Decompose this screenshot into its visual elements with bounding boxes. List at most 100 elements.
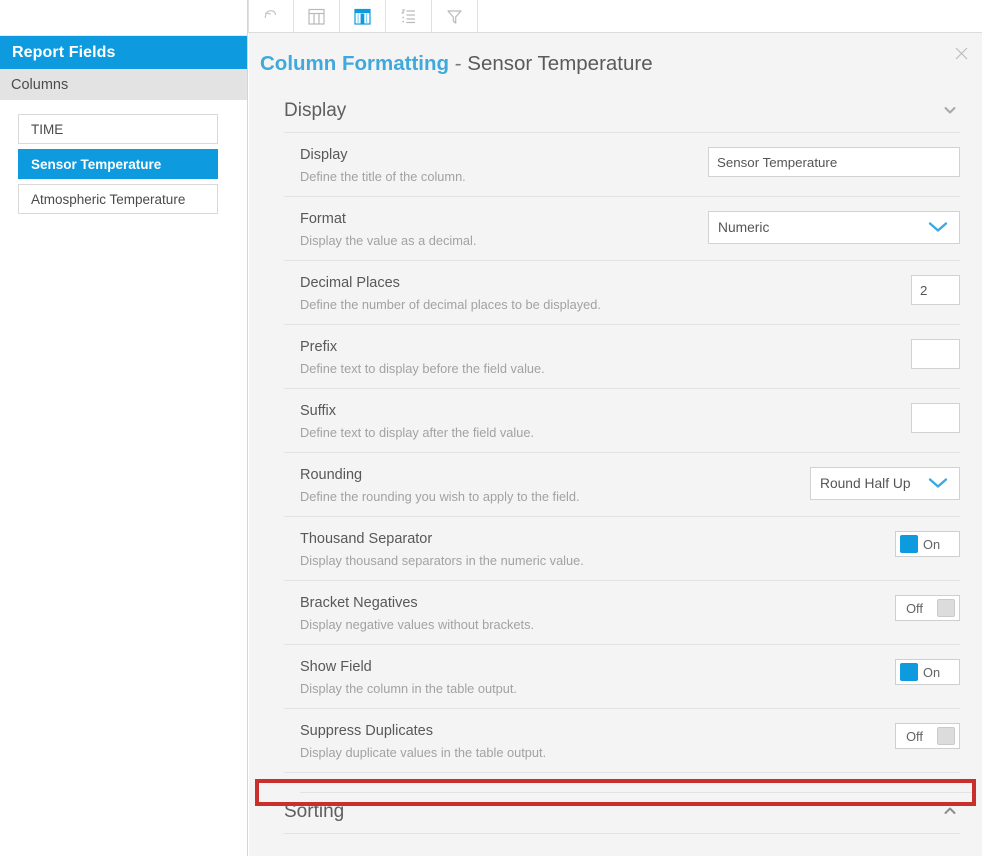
row-thousand-separator: Thousand Separator Display thousand sepa…	[284, 517, 960, 581]
display-section-header[interactable]: Display	[284, 89, 960, 133]
row-bracket-negatives-labels: Bracket Negatives Display negative value…	[300, 594, 534, 632]
sidebar-title: Report Fields	[0, 36, 247, 69]
row-prefix-label: Prefix	[300, 339, 338, 355]
thousand-separator-toggle[interactable]: On	[895, 531, 960, 557]
row-rounding-labels: Rounding Define the rounding you wish to…	[300, 466, 580, 504]
row-suffix-control	[911, 402, 960, 433]
row-format-labels: Format Display the value as a decimal.	[300, 210, 476, 248]
row-suppress-duplicates-description: Display duplicate values in the table ou…	[300, 745, 547, 760]
suffix-input[interactable]	[911, 403, 960, 433]
list-button[interactable]	[386, 0, 432, 32]
row-suppress-duplicates-labels: Suppress Duplicates Display duplicate va…	[300, 722, 546, 760]
row-decimal-places-labels: Decimal Places Define the number of deci…	[300, 274, 601, 312]
column-formatting-panel: Column Formatting - Sensor Temperature D…	[249, 33, 982, 856]
row-show-field-labels: Show Field Display the column in the tab…	[300, 658, 517, 696]
page-title: Column Formatting - Sensor Temperature	[260, 52, 982, 76]
row-suppress-duplicates-control: Off	[895, 722, 960, 749]
row-format-description: Display the value as a decimal.	[300, 233, 477, 248]
row-prefix-control	[911, 338, 960, 369]
thousand-separator-toggle-label: On	[923, 536, 941, 552]
row-decimal-places: Decimal Places Define the number of deci…	[284, 261, 960, 325]
row-bracket-negatives-description: Display negative values without brackets…	[300, 617, 535, 632]
row-format-control: Numeric	[708, 210, 960, 244]
row-prefix-description: Define text to display before the field …	[300, 361, 545, 376]
row-show-field: Show Field Display the column in the tab…	[284, 645, 960, 709]
display-rows: Display Define the title of the column. …	[249, 133, 982, 773]
undo-button[interactable]	[248, 0, 294, 32]
row-show-field-control: On	[895, 658, 960, 685]
row-prefix: Prefix Define text to display before the…	[284, 325, 960, 389]
bracket-negatives-toggle[interactable]: Off	[895, 595, 960, 621]
table-button[interactable]	[294, 0, 340, 32]
row-decimal-places-description: Define the number of decimal places to b…	[300, 297, 601, 312]
empty-row-divider	[300, 792, 976, 793]
sidebar-item-atmospheric-temperature[interactable]: Atmospheric Temperature	[18, 184, 218, 214]
format-select[interactable]: Numeric	[708, 211, 960, 244]
report-toolbar	[248, 0, 982, 33]
application-window: Report Fields Columns TIME Sensor Temper…	[0, 0, 982, 856]
sidebar-item-sensor-temperature[interactable]: Sensor Temperature	[18, 149, 218, 179]
row-thousand-separator-control: On	[895, 530, 960, 557]
close-icon	[955, 47, 968, 60]
row-display-control	[708, 146, 960, 177]
row-prefix-labels: Prefix Define text to display before the…	[300, 338, 545, 376]
sorting-section-title: Sorting	[284, 800, 345, 822]
bracket-negatives-toggle-label: Off	[906, 600, 923, 616]
row-display-labels: Display Define the title of the column.	[300, 146, 466, 184]
display-section: Display	[249, 89, 982, 133]
row-thousand-separator-label: Thousand Separator	[300, 531, 433, 547]
row-bracket-negatives-label: Bracket Negatives	[300, 595, 418, 611]
display-title-input[interactable]	[708, 147, 960, 177]
row-rounding-label: Rounding	[300, 467, 363, 483]
row-thousand-separator-description: Display thousand separators in the numer…	[300, 553, 584, 568]
row-display: Display Define the title of the column.	[284, 133, 960, 197]
display-section-title: Display	[284, 99, 347, 121]
table-icon	[306, 6, 327, 27]
prefix-input[interactable]	[911, 339, 960, 369]
list-icon	[398, 6, 419, 27]
show-field-toggle[interactable]: On	[895, 659, 960, 685]
chevron-down-icon	[925, 217, 951, 238]
row-bracket-negatives: Bracket Negatives Display negative value…	[284, 581, 960, 645]
sorting-section-header[interactable]: Sorting	[284, 790, 960, 834]
show-field-toggle-label: On	[923, 664, 941, 680]
report-field-list: TIME Sensor Temperature Atmospheric Temp…	[0, 100, 247, 214]
row-suffix-labels: Suffix Define text to display after the …	[300, 402, 534, 440]
row-display-label: Display	[300, 147, 348, 163]
chevron-up-icon[interactable]	[943, 805, 960, 818]
rounding-select[interactable]: Round Half Up	[810, 467, 960, 500]
rounding-select-value: Round Half Up	[820, 476, 911, 491]
undo-icon	[261, 6, 281, 26]
panel-title-subject: Sensor Temperature	[467, 52, 653, 75]
suppress-duplicates-toggle[interactable]: Off	[895, 723, 960, 749]
close-button[interactable]	[952, 44, 972, 64]
row-suppress-duplicates-label: Suppress Duplicates	[300, 723, 433, 739]
row-thousand-separator-labels: Thousand Separator Display thousand sepa…	[300, 530, 584, 568]
suppress-duplicates-toggle-label: Off	[906, 728, 923, 744]
filter-button[interactable]	[432, 0, 478, 32]
row-format: Format Display the value as a decimal. N…	[284, 197, 960, 261]
panel-header: Column Formatting - Sensor Temperature	[249, 33, 982, 89]
toggle-knob	[937, 727, 955, 745]
row-show-field-label: Show Field	[300, 659, 372, 675]
toggle-knob	[900, 663, 918, 681]
row-decimal-places-label: Decimal Places	[300, 275, 400, 291]
sorting-section: Sorting	[249, 790, 982, 834]
row-suffix-label: Suffix	[300, 403, 337, 419]
sidebar-item-time[interactable]: TIME	[18, 114, 218, 144]
decimal-places-input[interactable]	[911, 275, 960, 305]
row-decimal-places-control	[911, 274, 960, 305]
sidebar-subtitle-columns: Columns	[0, 69, 247, 100]
row-format-label: Format	[300, 211, 346, 227]
format-select-value: Numeric	[718, 220, 770, 235]
chevron-down-icon	[925, 473, 951, 494]
row-suppress-duplicates: Suppress Duplicates Display duplicate va…	[284, 709, 960, 773]
chevron-down-icon[interactable]	[943, 104, 960, 117]
row-rounding-control: Round Half Up	[810, 466, 960, 500]
filter-icon	[444, 6, 465, 27]
row-display-description: Define the title of the column.	[300, 169, 466, 184]
columns-button[interactable]	[340, 0, 386, 32]
row-bracket-negatives-control: Off	[895, 594, 960, 621]
row-suffix: Suffix Define text to display after the …	[284, 389, 960, 453]
panel-title-separator: -	[449, 52, 468, 75]
